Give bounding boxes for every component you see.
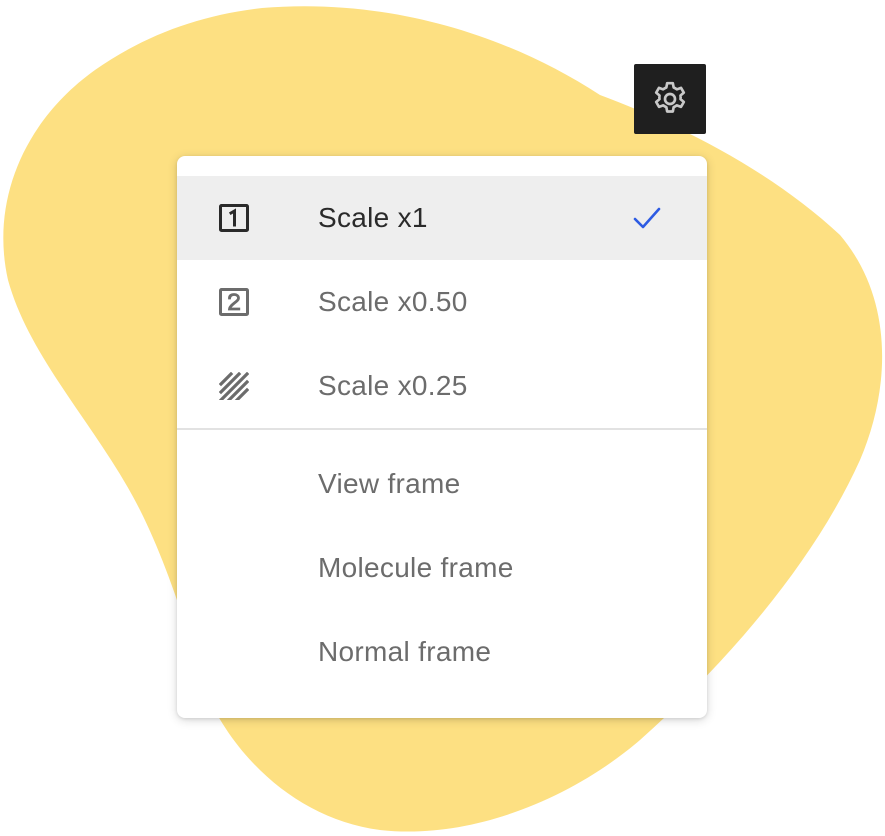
menu-item-label: Scale x1	[318, 202, 428, 233]
menu-item-label: Scale x0.50	[318, 286, 468, 317]
menu-item-scale-x050[interactable]: Scale x0.50	[177, 260, 707, 344]
gear-icon	[654, 81, 686, 113]
menu-item-scale-x1[interactable]: Scale x1	[177, 176, 707, 260]
frame-list: View frame Molecule frame Normal frame	[177, 442, 707, 694]
menu-item-normal-frame[interactable]: Normal frame	[177, 610, 707, 694]
menu-item-label: Scale x0.25	[318, 370, 468, 401]
menu-item-label: View frame	[318, 468, 461, 499]
settings-button[interactable]	[634, 64, 706, 134]
menu-list: Scale x1 Scale x0.50 Scale x0.25 View fr…	[177, 176, 707, 694]
scale-2-icon	[218, 288, 250, 316]
settings-menu: Scale x1 Scale x0.50 Scale x0.25 View fr…	[177, 156, 707, 718]
menu-item-view-frame[interactable]: View frame	[177, 442, 707, 526]
menu-divider	[177, 428, 707, 442]
scale-1-icon	[218, 204, 250, 232]
menu-item-molecule-frame[interactable]: Molecule frame	[177, 526, 707, 610]
menu-item-label: Normal frame	[318, 636, 492, 667]
menu-item-label: Molecule frame	[318, 552, 514, 583]
checkmark-icon	[631, 204, 663, 232]
menu-item-scale-x025[interactable]: Scale x0.25	[177, 344, 707, 428]
hatched-icon	[218, 372, 250, 400]
